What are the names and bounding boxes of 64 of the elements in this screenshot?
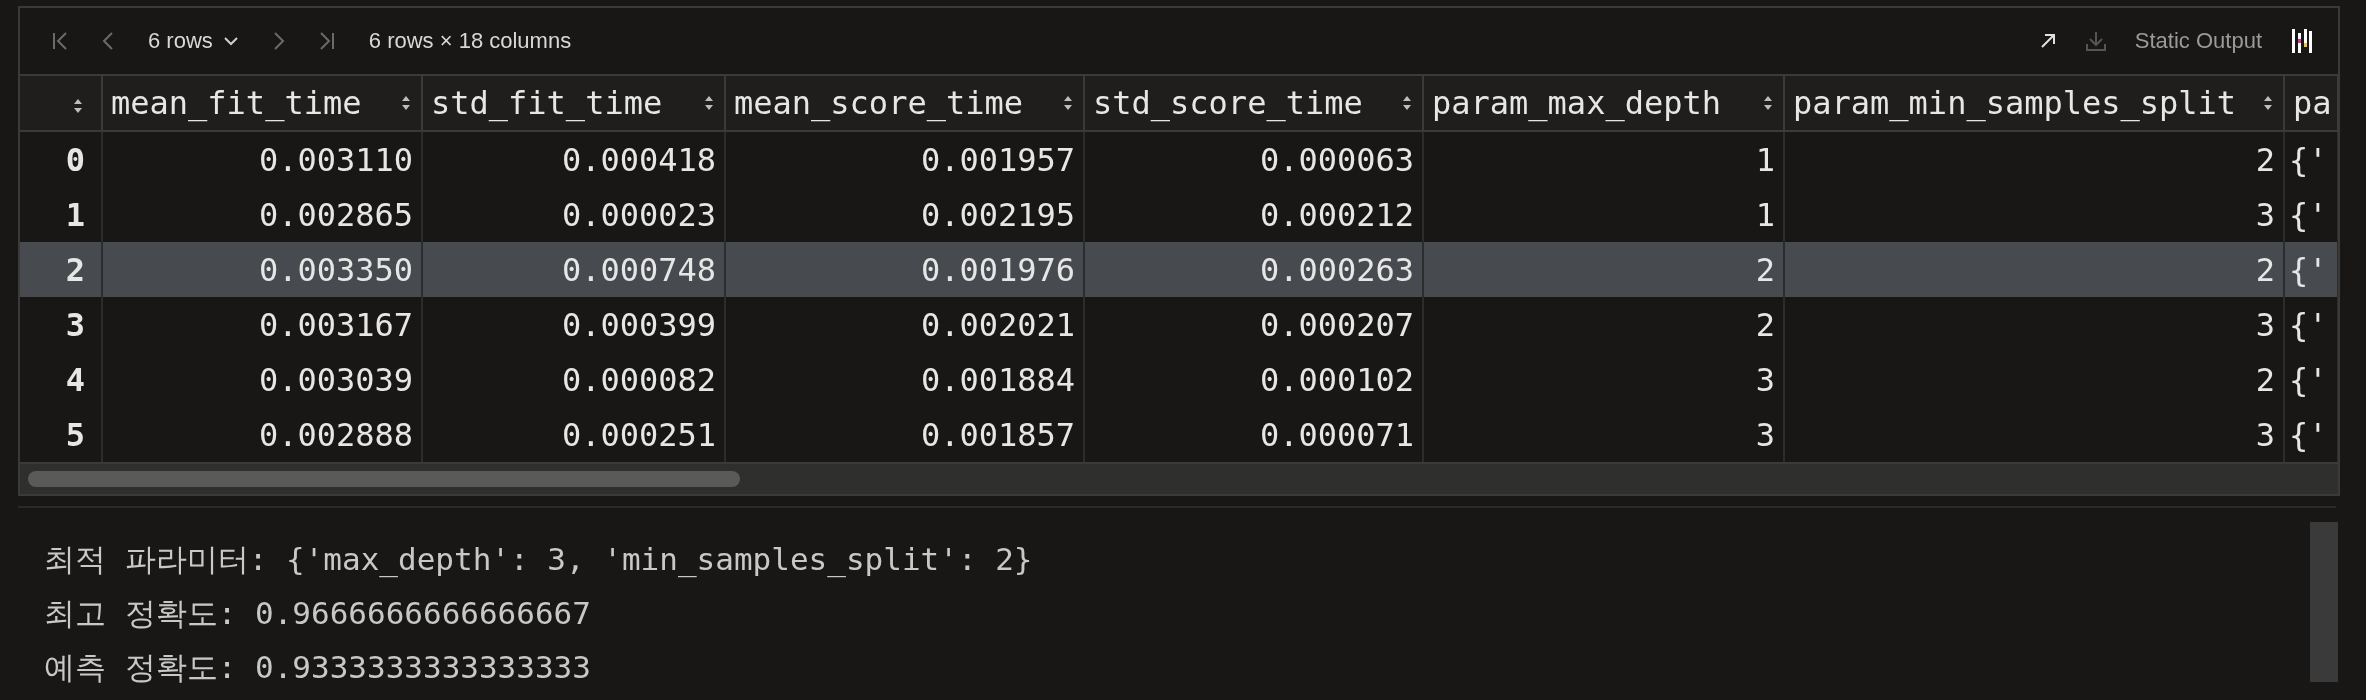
last-page-icon[interactable] <box>318 31 335 51</box>
column-header[interactable]: std_fit_time <box>422 75 725 131</box>
logo-icon[interactable] <box>2290 27 2312 55</box>
table-cell: 0.000207 <box>1084 297 1423 352</box>
sort-icon[interactable] <box>1063 95 1073 111</box>
table-cell: 0.000418 <box>422 131 725 187</box>
table-cell: {' <box>2284 297 2338 352</box>
table-cell: 2 <box>1784 352 2284 407</box>
table-cell: 0.003039 <box>102 352 422 407</box>
row-index: 2 <box>20 242 102 297</box>
table-cell: 0.000063 <box>1084 131 1423 187</box>
table-cell: 2 <box>1784 242 2284 297</box>
table-row[interactable]: 4 0.003039 0.000082 0.001884 0.000102 3 2 {' <box>20 352 2338 407</box>
table-cell: 0.000082 <box>422 352 725 407</box>
output-mode-label: Static Output <box>2134 28 2262 54</box>
table-cell: 0.000102 <box>1084 352 1423 407</box>
table-row[interactable]: 2 0.003350 0.000748 0.001976 0.000263 2 2 {' <box>20 242 2338 297</box>
table-cell: 2 <box>1784 131 2284 187</box>
table-cell: 0.000748 <box>422 242 725 297</box>
table-cell: 0.003110 <box>102 131 422 187</box>
row-index: 0 <box>20 131 102 187</box>
sort-icon[interactable] <box>704 95 714 111</box>
table-cell: 2 <box>1423 297 1784 352</box>
table-cell: 0.003167 <box>102 297 422 352</box>
column-header[interactable]: param_max_depth <box>1423 75 1784 131</box>
previous-page-icon[interactable] <box>102 31 114 51</box>
sort-icon[interactable] <box>73 98 83 114</box>
table-cell: 0.001884 <box>725 352 1084 407</box>
table-cell: 0.002021 <box>725 297 1084 352</box>
table-cell: 0.000399 <box>422 297 725 352</box>
table-cell: {' <box>2284 131 2338 187</box>
column-header[interactable]: std_score_time <box>1084 75 1423 131</box>
column-header[interactable]: mean_fit_time <box>102 75 422 131</box>
output-line: 최적 파라미터: {'max_depth': 3, 'min_samples_split': 2} <box>44 540 1033 580</box>
column-header[interactable]: param_min_samples_split <box>1784 75 2284 131</box>
table-row[interactable]: 3 0.003167 0.000399 0.002021 0.000207 2 3 {' <box>20 297 2338 352</box>
rows-dropdown[interactable]: 6 rows <box>148 28 239 54</box>
sort-icon[interactable] <box>401 95 411 111</box>
table-row[interactable]: 0 0.003110 0.000418 0.001957 0.000063 1 2 {' <box>20 131 2338 187</box>
next-page-icon[interactable] <box>272 31 285 51</box>
table-cell: 0.003350 <box>102 242 422 297</box>
table-cell: {' <box>2284 352 2338 407</box>
sort-icon[interactable] <box>2263 95 2273 111</box>
vertical-scrollbar[interactable] <box>2310 522 2338 682</box>
horizontal-scrollbar-thumb[interactable] <box>28 471 740 487</box>
column-header[interactable]: pa <box>2284 75 2338 131</box>
table-cell: 0.001976 <box>725 242 1084 297</box>
table-cell: 0.001957 <box>725 131 1084 187</box>
first-page-icon[interactable] <box>52 31 68 51</box>
table-cell: 3 <box>1784 297 2284 352</box>
output-line: 최고 정확도: 0.9666666666666667 <box>44 594 592 633</box>
column-header[interactable]: mean_score_time <box>725 75 1084 131</box>
row-index: 4 <box>20 352 102 407</box>
sort-icon[interactable] <box>1402 95 1412 111</box>
table-summary: 6 rows × 18 columns <box>368 28 572 54</box>
table-cell: 3 <box>1423 352 1784 407</box>
output-line: 예측 정확도: 0.9333333333333333 <box>44 648 592 687</box>
sort-icon[interactable] <box>1763 95 1773 111</box>
table-cell: {' <box>2284 242 2338 297</box>
row-index: 3 <box>20 297 102 352</box>
chevron-down-icon <box>222 36 239 46</box>
table-cell: 2 <box>1423 242 1784 297</box>
table-cell: 1 <box>1423 131 1784 187</box>
table-cell: 0.000263 <box>1084 242 1423 297</box>
